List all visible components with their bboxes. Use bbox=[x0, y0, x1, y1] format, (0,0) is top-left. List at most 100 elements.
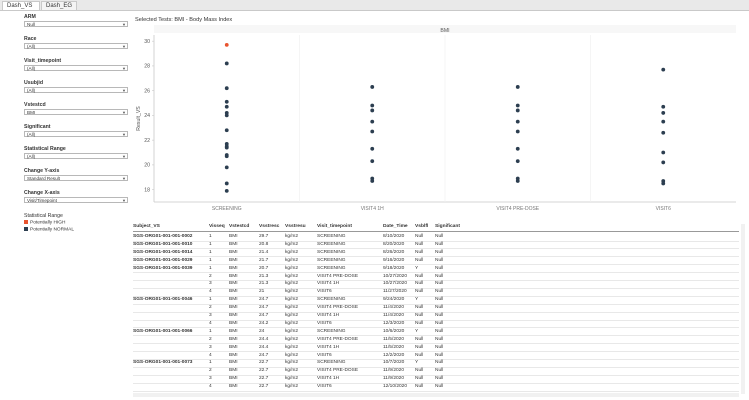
visit-timepoint-dropdown[interactable]: (All) ▼ bbox=[24, 65, 128, 71]
table-cell: 11/9/2020 bbox=[383, 368, 404, 374]
table-cell: VISIT4 1H bbox=[317, 313, 340, 318]
table-cell: BMI bbox=[229, 368, 238, 374]
table-cell: 10/27/2020 bbox=[383, 273, 408, 279]
legend-swatch bbox=[24, 227, 28, 231]
table-cell: 24.4 bbox=[259, 336, 269, 342]
tab-dash-vs[interactable]: Dash_VS bbox=[2, 1, 40, 10]
y-axis-label: Result_VS bbox=[136, 106, 142, 131]
table-cell: SCREENING bbox=[317, 297, 346, 303]
statistical-range-dropdown[interactable]: (All) ▼ bbox=[24, 153, 128, 159]
table-cell: 8/26/2020 bbox=[383, 249, 405, 255]
column-header[interactable]: Visseq bbox=[209, 224, 225, 229]
dropdown-value: (All) bbox=[27, 154, 36, 159]
table-cell: 1 bbox=[209, 265, 212, 271]
data-point-normal bbox=[224, 104, 229, 109]
table-cell: SCREENING bbox=[317, 257, 346, 263]
table-cell: Y bbox=[415, 265, 419, 271]
arm-dropdown[interactable]: Null ▼ bbox=[24, 21, 128, 27]
column-header[interactable]: Subject_VS bbox=[133, 224, 160, 229]
table-cell: Null bbox=[415, 289, 424, 295]
chart-facet-title: BMI bbox=[440, 28, 449, 34]
table-cell: Null bbox=[435, 320, 444, 326]
column-header[interactable]: Vstestcd bbox=[229, 224, 249, 229]
table-row[interactable]: 4 BMI 22.7 kg/m2 VISIT6 12/10/2020 Null Null bbox=[133, 383, 739, 392]
y-tick-label: 20 bbox=[144, 163, 150, 169]
table-cell: 12/10/2020 bbox=[383, 384, 408, 390]
table-cell: kg/m2 bbox=[285, 368, 299, 374]
table-cell: 9/24/2020 bbox=[383, 297, 405, 303]
table-cell: Null bbox=[415, 336, 424, 342]
dropdown-value: (All) bbox=[27, 66, 36, 71]
table-cell: kg/m2 bbox=[285, 289, 299, 295]
data-point-normal bbox=[515, 146, 520, 151]
table-cell: BMI bbox=[229, 336, 238, 342]
data-point-normal bbox=[661, 150, 666, 155]
column-header[interactable]: Significant bbox=[435, 224, 460, 229]
filter-label: Vstestcd bbox=[24, 102, 46, 108]
table-cell: SGS-ORG01-001-001-0014 bbox=[133, 249, 193, 255]
data-point-normal bbox=[515, 108, 520, 113]
table-cell: 10/6/2020 bbox=[383, 328, 405, 334]
column-header[interactable]: Vsblfl bbox=[415, 224, 428, 229]
y-tick-label: 28 bbox=[144, 64, 150, 70]
data-point-normal bbox=[370, 179, 375, 183]
usubjid-dropdown[interactable]: (All) ▼ bbox=[24, 87, 128, 93]
table-cell: SGS-ORG01-001-001-0046 bbox=[133, 297, 193, 303]
table-cell: BMI bbox=[229, 265, 238, 271]
dropdown-value: Standard Result bbox=[27, 176, 60, 181]
legend-item-normal[interactable]: Potentially NORMAL bbox=[24, 227, 74, 232]
tab-dash-eg[interactable]: Dash_EG bbox=[41, 1, 77, 10]
table-cell: Null bbox=[415, 249, 424, 255]
significant-dropdown[interactable]: (All) ▼ bbox=[24, 131, 128, 137]
table-cell: 21.3 bbox=[259, 281, 269, 287]
table-cell: Null bbox=[435, 313, 444, 318]
filter-label: Significant bbox=[24, 124, 51, 130]
table-cell: VISIT4 PRE-DOSE bbox=[317, 336, 359, 342]
chevron-down-icon: ▼ bbox=[122, 22, 126, 27]
dropdown-value: BMI bbox=[27, 110, 36, 115]
column-header[interactable]: Visit_timepoint bbox=[317, 224, 352, 229]
y-tick-label: 22 bbox=[144, 138, 150, 144]
data-point-normal bbox=[515, 159, 520, 164]
data-point-normal bbox=[661, 181, 666, 186]
x-tick-label: VISIT6 bbox=[656, 206, 672, 212]
table-cell: BMI bbox=[229, 305, 238, 311]
data-point-high bbox=[224, 42, 229, 47]
data-point-normal bbox=[515, 103, 520, 108]
table-cell: Y bbox=[415, 360, 419, 366]
table-cell: kg/m2 bbox=[285, 257, 299, 263]
table-cell: 3 bbox=[209, 313, 212, 318]
table-cell: 11/4/2020 bbox=[383, 305, 404, 311]
filter-race: Race (All) ▼ bbox=[24, 36, 128, 49]
table-cell: Null bbox=[415, 281, 424, 287]
chart-title: Selected Tests: BMI - Body Mass Index bbox=[135, 17, 233, 23]
y-tick-label: 24 bbox=[144, 113, 150, 119]
column-header[interactable]: Vsstresu bbox=[285, 224, 306, 229]
change-y-axis-dropdown[interactable]: Standard Result ▼ bbox=[24, 175, 128, 181]
table-cell: SCREENING bbox=[317, 328, 346, 334]
table-cell: Null bbox=[435, 368, 444, 374]
vertical-scrollbar[interactable] bbox=[741, 224, 745, 394]
column-header[interactable]: Vsstresc bbox=[259, 224, 279, 229]
filter-visit-timepoint: Visit_timepoint (All) ▼ bbox=[24, 58, 128, 71]
table-cell: 24.7 bbox=[259, 352, 269, 358]
table-cell: 3 bbox=[209, 344, 212, 350]
race-dropdown[interactable]: (All) ▼ bbox=[24, 43, 128, 49]
horizontal-scrollbar[interactable] bbox=[133, 393, 739, 397]
filter-label: Statistical Range bbox=[24, 146, 66, 152]
table-cell: 10/7/2020 bbox=[383, 360, 405, 366]
table-cell: 9/18/2020 bbox=[383, 265, 405, 271]
filter-change-y-axis: Change Y-axis Standard Result ▼ bbox=[24, 168, 128, 181]
bmi-scatter-chart: BMI 18 20 22 24 26 28 30 Result_VS SCREENING VISIT… bbox=[136, 25, 736, 212]
change-x-axis-dropdown[interactable]: Visit/Timepoint ▼ bbox=[24, 197, 128, 203]
table-cell: kg/m2 bbox=[285, 234, 299, 239]
dropdown-value: Null bbox=[27, 22, 35, 27]
table-cell: Null bbox=[415, 352, 424, 358]
column-header[interactable]: Date_Time bbox=[383, 224, 408, 229]
filter-change-x-axis: Change X-axis Visit/Timepoint ▼ bbox=[24, 190, 128, 203]
data-point-normal bbox=[661, 104, 666, 109]
vstestcd-dropdown[interactable]: BMI ▼ bbox=[24, 109, 128, 115]
data-point-normal bbox=[661, 119, 666, 124]
legend-item-high[interactable]: Potentially HIGH bbox=[24, 220, 65, 225]
y-tick-label: 30 bbox=[144, 39, 150, 45]
